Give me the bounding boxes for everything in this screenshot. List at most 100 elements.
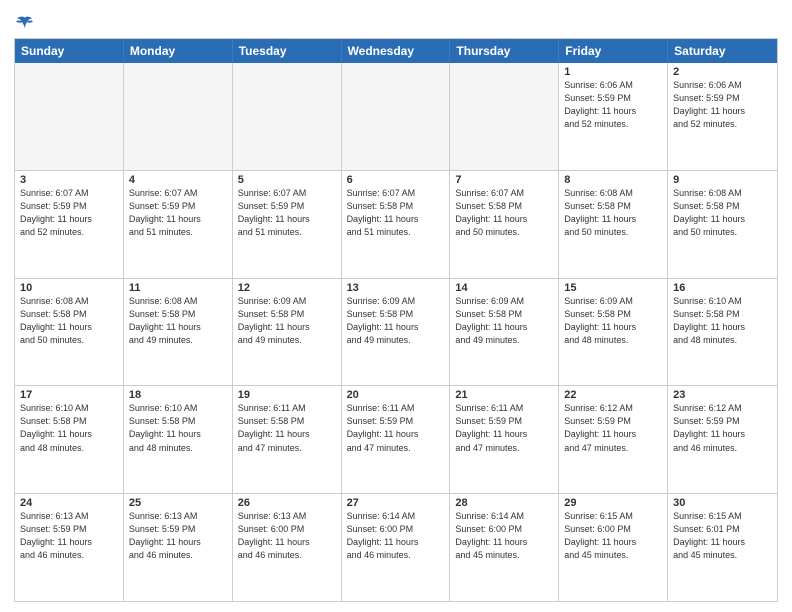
header — [14, 10, 778, 32]
day-info-line: Daylight: 11 hours — [238, 428, 336, 441]
calendar-cell: 24Sunrise: 6:13 AMSunset: 5:59 PMDayligh… — [15, 494, 124, 601]
header-day-monday: Monday — [124, 39, 233, 63]
calendar-cell: 15Sunrise: 6:09 AMSunset: 5:58 PMDayligh… — [559, 279, 668, 386]
day-info-line: and 49 minutes. — [238, 334, 336, 347]
day-info-line: Daylight: 11 hours — [129, 321, 227, 334]
day-number: 21 — [455, 389, 553, 401]
calendar-row-1: 1Sunrise: 6:06 AMSunset: 5:59 PMDaylight… — [15, 63, 777, 170]
day-number: 30 — [673, 497, 772, 509]
day-info-line: Daylight: 11 hours — [564, 428, 662, 441]
calendar-cell: 12Sunrise: 6:09 AMSunset: 5:58 PMDayligh… — [233, 279, 342, 386]
calendar-cell: 8Sunrise: 6:08 AMSunset: 5:58 PMDaylight… — [559, 171, 668, 278]
day-info-line: Sunset: 6:00 PM — [455, 523, 553, 536]
calendar-cell — [450, 63, 559, 170]
day-number: 28 — [455, 497, 553, 509]
day-info-line: Daylight: 11 hours — [673, 213, 772, 226]
day-number: 1 — [564, 66, 662, 78]
day-info-line: Sunrise: 6:06 AM — [564, 79, 662, 92]
day-info-line: Sunrise: 6:10 AM — [129, 402, 227, 415]
calendar-cell: 17Sunrise: 6:10 AMSunset: 5:58 PMDayligh… — [15, 386, 124, 493]
day-info-line: Sunrise: 6:11 AM — [238, 402, 336, 415]
day-info-line: and 48 minutes. — [129, 442, 227, 455]
day-info-line: and 52 minutes. — [564, 118, 662, 131]
day-info-line: and 48 minutes. — [564, 334, 662, 347]
calendar-cell: 9Sunrise: 6:08 AMSunset: 5:58 PMDaylight… — [668, 171, 777, 278]
day-info-line: and 52 minutes. — [673, 118, 772, 131]
day-info-line: Sunset: 5:58 PM — [673, 308, 772, 321]
day-info-line: and 50 minutes. — [673, 226, 772, 239]
day-info-line: Daylight: 11 hours — [238, 213, 336, 226]
calendar-header: SundayMondayTuesdayWednesdayThursdayFrid… — [15, 39, 777, 63]
day-info-line: Sunrise: 6:07 AM — [347, 187, 445, 200]
day-info-line: Sunset: 6:00 PM — [238, 523, 336, 536]
calendar-cell: 22Sunrise: 6:12 AMSunset: 5:59 PMDayligh… — [559, 386, 668, 493]
day-info-line: Sunset: 5:59 PM — [455, 415, 553, 428]
day-info-line: Sunrise: 6:08 AM — [129, 295, 227, 308]
day-info-line: Sunrise: 6:07 AM — [238, 187, 336, 200]
day-info-line: Daylight: 11 hours — [564, 105, 662, 118]
day-info-line: Sunrise: 6:07 AM — [455, 187, 553, 200]
day-info-line: Sunrise: 6:13 AM — [238, 510, 336, 523]
day-info-line: Sunrise: 6:09 AM — [455, 295, 553, 308]
day-number: 7 — [455, 174, 553, 186]
day-info-line: and 45 minutes. — [564, 549, 662, 562]
calendar-cell: 7Sunrise: 6:07 AMSunset: 5:58 PMDaylight… — [450, 171, 559, 278]
day-info-line: Daylight: 11 hours — [673, 536, 772, 549]
day-info-line: Daylight: 11 hours — [564, 536, 662, 549]
calendar-cell: 6Sunrise: 6:07 AMSunset: 5:58 PMDaylight… — [342, 171, 451, 278]
day-info-line: and 47 minutes. — [455, 442, 553, 455]
day-info-line: and 45 minutes. — [673, 549, 772, 562]
day-info-line: and 49 minutes. — [129, 334, 227, 347]
day-info-line: and 50 minutes. — [455, 226, 553, 239]
day-info-line: Daylight: 11 hours — [129, 213, 227, 226]
calendar-cell: 20Sunrise: 6:11 AMSunset: 5:59 PMDayligh… — [342, 386, 451, 493]
day-info-line: Daylight: 11 hours — [455, 536, 553, 549]
calendar-cell: 4Sunrise: 6:07 AMSunset: 5:59 PMDaylight… — [124, 171, 233, 278]
day-info-line: Daylight: 11 hours — [673, 321, 772, 334]
calendar-cell: 11Sunrise: 6:08 AMSunset: 5:58 PMDayligh… — [124, 279, 233, 386]
day-info-line: Daylight: 11 hours — [238, 321, 336, 334]
day-info-line: Daylight: 11 hours — [455, 428, 553, 441]
calendar-cell: 14Sunrise: 6:09 AMSunset: 5:58 PMDayligh… — [450, 279, 559, 386]
day-info-line: and 50 minutes. — [564, 226, 662, 239]
day-info-line: Sunset: 5:58 PM — [20, 415, 118, 428]
calendar-cell: 1Sunrise: 6:06 AMSunset: 5:59 PMDaylight… — [559, 63, 668, 170]
day-info-line: Sunset: 5:59 PM — [129, 200, 227, 213]
day-info-line: Sunrise: 6:07 AM — [20, 187, 118, 200]
header-day-sunday: Sunday — [15, 39, 124, 63]
day-info-line: Daylight: 11 hours — [20, 536, 118, 549]
calendar-row-3: 10Sunrise: 6:08 AMSunset: 5:58 PMDayligh… — [15, 278, 777, 386]
header-day-wednesday: Wednesday — [342, 39, 451, 63]
calendar-cell — [233, 63, 342, 170]
day-info-line: Sunset: 6:00 PM — [564, 523, 662, 536]
day-info-line: and 48 minutes. — [20, 442, 118, 455]
day-number: 29 — [564, 497, 662, 509]
header-day-thursday: Thursday — [450, 39, 559, 63]
calendar-cell: 29Sunrise: 6:15 AMSunset: 6:00 PMDayligh… — [559, 494, 668, 601]
day-info-line: Sunset: 5:58 PM — [20, 308, 118, 321]
header-day-tuesday: Tuesday — [233, 39, 342, 63]
day-number: 25 — [129, 497, 227, 509]
day-number: 18 — [129, 389, 227, 401]
day-info-line: and 49 minutes. — [455, 334, 553, 347]
day-number: 5 — [238, 174, 336, 186]
day-info-line: Sunset: 5:59 PM — [673, 415, 772, 428]
header-day-saturday: Saturday — [668, 39, 777, 63]
day-number: 9 — [673, 174, 772, 186]
header-day-friday: Friday — [559, 39, 668, 63]
day-info-line: Daylight: 11 hours — [20, 428, 118, 441]
day-info-line: Sunset: 5:59 PM — [129, 523, 227, 536]
day-number: 17 — [20, 389, 118, 401]
day-info-line: Sunrise: 6:11 AM — [455, 402, 553, 415]
day-info-line: Sunrise: 6:12 AM — [673, 402, 772, 415]
day-number: 19 — [238, 389, 336, 401]
day-info-line: Daylight: 11 hours — [455, 321, 553, 334]
calendar-cell: 13Sunrise: 6:09 AMSunset: 5:58 PMDayligh… — [342, 279, 451, 386]
calendar-row-2: 3Sunrise: 6:07 AMSunset: 5:59 PMDaylight… — [15, 170, 777, 278]
day-info-line: Daylight: 11 hours — [129, 428, 227, 441]
day-number: 23 — [673, 389, 772, 401]
day-number: 3 — [20, 174, 118, 186]
day-number: 10 — [20, 282, 118, 294]
day-info-line: and 46 minutes. — [129, 549, 227, 562]
day-info-line: Sunrise: 6:09 AM — [238, 295, 336, 308]
